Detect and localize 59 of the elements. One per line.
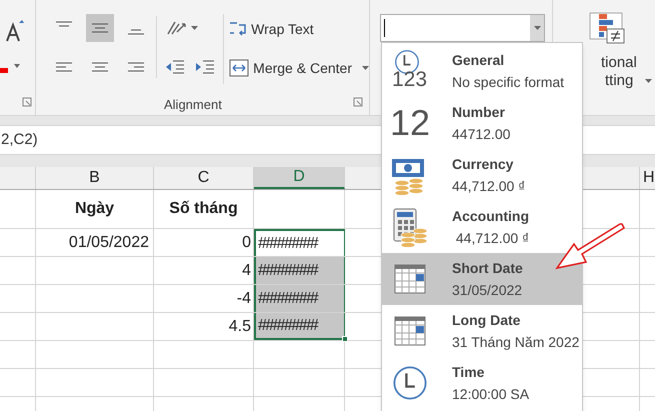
menu-item-example: No specific format [452,73,564,92]
group-label: Alignment [164,96,222,114]
table-cell-text: 4 [242,260,251,280]
menu-item[interactable]: Short Date 31/05/2022 [382,253,582,305]
align-lines-icon [128,62,144,72]
table-cell-text: 01/05/2022 [68,232,149,252]
table-cell[interactable]: ######## [254,257,345,284]
menu-item-example: 12:00:00 SA [452,385,530,404]
dialog-launcher-icon[interactable] [353,97,363,107]
align-lines-icon [56,21,72,27]
menu-item-title: Time [452,363,486,382]
menu-item-example: 44712.00 [452,125,510,144]
merge-cells-icon [229,59,250,77]
clock-icon [392,365,428,401]
column-header[interactable]: H [640,167,655,189]
formula-text: 2,C2) [0,130,38,150]
column-header[interactable]: D [254,167,345,189]
menu-item-example: 31 Tháng Năm 2022 [452,333,580,352]
table-cell-text: Số tháng [169,199,238,219]
menu-item[interactable]: Long Date 31 Tháng Năm 2022 [382,305,582,357]
caret-icon [645,79,652,83]
menu-item[interactable]: 123 General No specific format [382,45,582,97]
conditional-formatting-icon[interactable] [589,12,627,44]
menu-item[interactable]: Accounting 44,712.00 ₫ [382,201,582,253]
menu-item-example: 44,712.00 ₫ [454,229,530,248]
align-lines-icon [128,29,144,35]
column-header[interactable]: B [36,167,154,189]
align-lines-icon [92,23,108,33]
align-lines-icon [92,62,108,72]
menu-item-example: 31/05/2022 [452,281,523,300]
table-cell[interactable]: ######## [254,285,345,312]
wrap-text-icon [229,20,248,38]
table-cell-text: Ngày [74,199,114,219]
fill-handle[interactable] [342,336,348,342]
outdent-icon [164,58,185,76]
table-cell-text: 0 [242,232,251,252]
menu-item-title: Short Date [452,259,523,278]
menu-item-title: General [452,51,506,70]
menu-item-title: Accounting [452,207,530,226]
merge-center-button[interactable]: Merge & Center [229,54,369,82]
calendar-icon [394,264,426,294]
wrap-text-button[interactable]: Wrap Text [229,15,369,43]
align-button[interactable] [86,14,114,42]
align-lines-icon [56,62,72,72]
menu-item-example: 44,712.00 ₫ [452,177,526,196]
table-cell[interactable]: ######## [254,313,345,340]
menu-item-title: Long Date [452,311,522,330]
caret-icon [362,66,369,70]
menu-item[interactable]: Time 12:00:00 SA [382,357,582,409]
menu-item-title: Number [452,103,506,122]
caret-icon [190,26,198,30]
table-cell[interactable]: ######## [254,229,345,256]
indent-icon [194,58,215,76]
dialog-launcher-icon[interactable] [22,97,32,107]
menu-item-title: Currency [452,155,514,174]
table-cell-text: -4 [236,288,251,308]
calendar-icon [394,316,426,346]
table-cell-text: 4.5 [228,316,251,336]
grow-font-icon[interactable] [6,20,24,42]
